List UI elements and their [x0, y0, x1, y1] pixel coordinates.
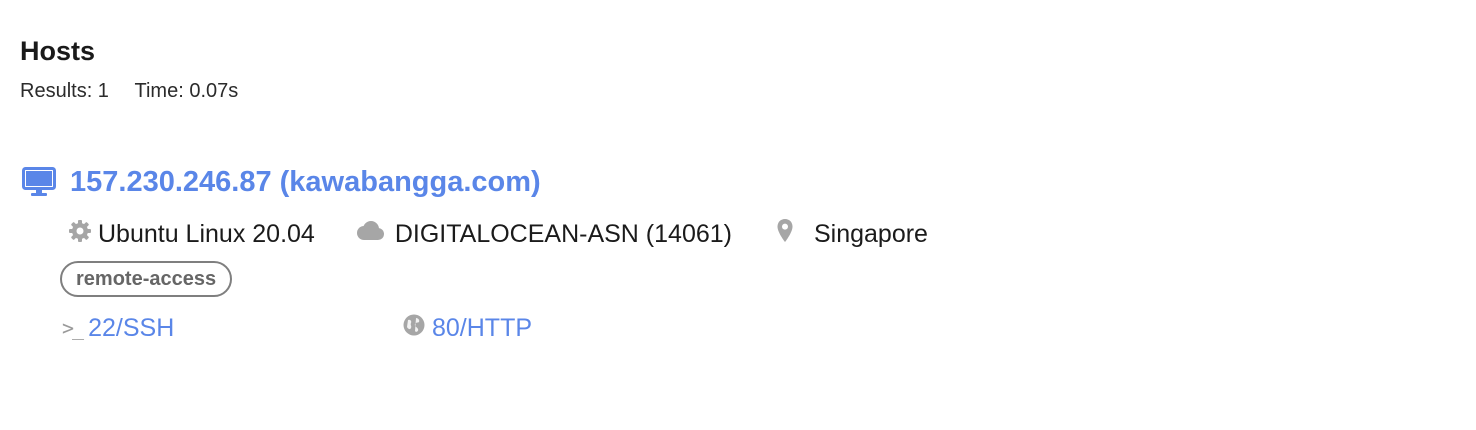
- terminal-icon: >_: [62, 316, 84, 340]
- globe-icon: [402, 313, 426, 344]
- tag-list: remote-access: [60, 258, 1422, 300]
- host-link[interactable]: 157.230.246.87 (kawabangga.com): [70, 160, 541, 204]
- port-http[interactable]: 80/HTTP: [402, 313, 532, 344]
- port-list: >_ 22/SSH 80/HTTP: [62, 308, 1422, 348]
- page-title: Hosts: [20, 36, 96, 66]
- gear-icon: [68, 219, 92, 250]
- port-ssh-label: 22/SSH: [88, 313, 175, 342]
- asn-label: DIGITALOCEAN-ASN (14061): [394, 219, 732, 248]
- location-label: Singapore: [813, 219, 928, 248]
- tag-remote-access[interactable]: remote-access: [60, 261, 233, 297]
- host-title-row[interactable]: 157.230.246.87 (kawabangga.com): [22, 160, 1422, 204]
- location-info: Singapore: [776, 218, 928, 251]
- host-meta: Ubuntu Linux 20.04 DIGITALOCEAN-ASN (140…: [68, 214, 1422, 254]
- asn-info: DIGITALOCEAN-ASN (14061): [355, 220, 732, 249]
- monitor-icon: [22, 167, 56, 197]
- query-time: Time: 0.07s: [134, 80, 239, 102]
- results-count: Results: 1: [20, 80, 109, 102]
- map-pin-icon: [776, 218, 794, 251]
- results-header: Hosts Results: 1 Time: 0.07s: [20, 34, 238, 104]
- host-result: 157.230.246.87 (kawabangga.com) Ubuntu L…: [22, 160, 1422, 348]
- port-ssh[interactable]: >_ 22/SSH: [62, 314, 402, 343]
- port-http-label: 80/HTTP: [432, 313, 533, 342]
- os-label: Ubuntu Linux 20.04: [98, 219, 315, 248]
- results-stats: Results: 1 Time: 0.07s: [20, 78, 238, 104]
- os-info: Ubuntu Linux 20.04: [68, 219, 315, 250]
- cloud-icon: [355, 220, 385, 249]
